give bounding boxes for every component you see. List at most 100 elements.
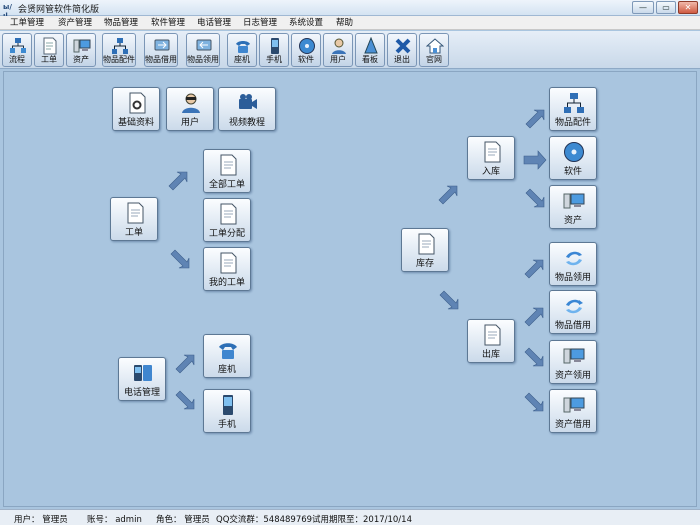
exit-icon [395, 38, 411, 54]
network-icon [564, 93, 584, 113]
tile-my-work-orders-label: 我的工单 [208, 278, 245, 288]
tile-mobile-phone[interactable]: 手机 [203, 389, 251, 433]
toolbar-item-receive-label: 物品领用 [187, 55, 219, 64]
toolbar-item-borrow-label: 物品借用 [145, 55, 177, 64]
tile-stock-in[interactable]: 入库 [467, 136, 515, 180]
document-icon [220, 252, 237, 274]
toolbar-mobile-phone-button[interactable]: 手机 [259, 33, 289, 67]
tile-mobile-phone-label: 手机 [217, 420, 236, 430]
toolbar-work-order-button[interactable]: 工单 [34, 33, 64, 67]
tile-asset-receive[interactable]: 资产领用 [549, 340, 597, 384]
tile-work-order-assign[interactable]: 工单分配 [203, 198, 251, 242]
toolbar-desk-phone-button[interactable]: 座机 [227, 33, 257, 67]
tile-item-parts-label: 物品配件 [554, 118, 591, 128]
tile-inventory[interactable]: 库存 [401, 228, 449, 272]
window-title: 会贤网管软件简化版 [18, 5, 100, 15]
user-icon [332, 38, 346, 54]
computer-icon [73, 39, 91, 53]
toolbar-item-parts-label: 物品配件 [103, 55, 135, 64]
toolbar-website-label: 官网 [426, 55, 442, 64]
status-bar: 用户： 管理员 账号： admin 角色： 管理员 QQ交流群：54848976… [0, 509, 700, 525]
toolbar-dashboard-button[interactable]: 看板 [355, 33, 385, 67]
arrow-down-right-icon [439, 290, 459, 310]
menu-phone[interactable]: 电话管理 [197, 17, 231, 29]
arrow-down-right-icon [175, 390, 195, 410]
toolbar-website-button[interactable]: 官网 [419, 33, 449, 67]
toolbar-item-receive-button[interactable]: 物品领用 [186, 33, 220, 67]
menu-log[interactable]: 日志管理 [243, 17, 277, 29]
status-account: 账号： admin [87, 515, 142, 525]
tile-stock-out-label: 出库 [481, 350, 500, 360]
arrow-down-right-icon [524, 392, 544, 412]
arrow-up-right-icon [168, 171, 188, 191]
tile-basic-data[interactable]: 基础资料 [112, 87, 160, 131]
flow-icon [10, 38, 26, 53]
computer-icon [563, 348, 585, 364]
arrow-up-right-icon [524, 259, 544, 279]
item-borrow-icon [154, 39, 170, 51]
dashboard-icon [364, 37, 378, 54]
tile-item-parts[interactable]: 物品配件 [549, 87, 597, 131]
tile-all-work-orders[interactable]: 全部工单 [203, 149, 251, 193]
network-icon [112, 38, 128, 54]
tile-stock-in-label: 入库 [481, 167, 500, 177]
maximize-button[interactable]: ▭ [656, 1, 676, 14]
toolbar-flow-button[interactable]: 流程 [2, 33, 32, 67]
computer-icon [563, 193, 585, 209]
toolbar-item-parts-button[interactable]: 物品配件 [102, 33, 136, 67]
item-borrow-icon [566, 299, 583, 314]
user-icon [182, 93, 200, 113]
tile-user[interactable]: 用户 [166, 87, 214, 131]
tile-asset-borrow-label: 资产借用 [554, 420, 591, 430]
toolbar-software-button[interactable]: 软件 [291, 33, 321, 67]
menu-work-order[interactable]: 工单管理 [10, 17, 44, 29]
minimize-button[interactable]: — [632, 1, 654, 14]
tile-asset-borrow[interactable]: 资产借用 [549, 389, 597, 433]
arrow-up-right-icon [175, 354, 195, 374]
status-trial-expiry: 试用期限至：2017/10/14 [312, 515, 412, 525]
menu-asset[interactable]: 资产管理 [58, 17, 92, 29]
menu-software[interactable]: 软件管理 [151, 17, 185, 29]
tile-work-order[interactable]: 工单 [110, 197, 158, 241]
arrow-down-right-icon [170, 249, 190, 269]
tile-all-work-orders-label: 全部工单 [208, 180, 245, 190]
tile-item-borrow-label: 物品借用 [554, 321, 591, 331]
tile-inventory-label: 库存 [415, 259, 434, 269]
tile-video-tutorial[interactable]: 视频教程 [218, 87, 276, 131]
document-icon [484, 324, 501, 346]
tile-item-borrow[interactable]: 物品借用 [549, 290, 597, 334]
document-icon [43, 37, 57, 55]
video-camera-icon [239, 94, 257, 109]
item-receive-icon [566, 251, 582, 266]
toolbar-asset-button[interactable]: 资产 [66, 33, 96, 67]
menu-settings[interactable]: 系统设置 [289, 17, 323, 29]
arrow-down-right-icon [525, 188, 545, 208]
toolbar-user-button[interactable]: 用户 [323, 33, 353, 67]
toolbar-exit-button[interactable]: 退出 [387, 33, 417, 67]
tile-asset-label: 资产 [563, 216, 582, 226]
tile-basic-data-label: 基础资料 [117, 118, 154, 128]
tile-work-order-assign-label: 工单分配 [208, 229, 245, 239]
document-icon [418, 233, 435, 255]
status-qq-group: QQ交流群：548489769 [216, 515, 313, 525]
document-icon [127, 202, 144, 224]
tile-asset[interactable]: 资产 [549, 185, 597, 229]
tile-my-work-orders[interactable]: 我的工单 [203, 247, 251, 291]
desk-phone-icon [236, 41, 250, 53]
tile-desk-phone-label: 座机 [217, 365, 236, 375]
tile-phone-management[interactable]: 电话管理 [118, 357, 166, 401]
menu-help[interactable]: 帮助 [336, 17, 353, 29]
tile-desk-phone[interactable]: 座机 [203, 334, 251, 378]
phone-management-icon [134, 365, 152, 381]
desk-phone-icon [219, 343, 237, 359]
close-button[interactable]: ✕ [678, 1, 698, 14]
document-icon [220, 154, 237, 176]
computer-icon [563, 397, 585, 413]
arrow-up-right-icon [524, 307, 544, 327]
menu-item-mgmt[interactable]: 物品管理 [104, 17, 138, 29]
tile-item-receive[interactable]: 物品领用 [549, 242, 597, 286]
toolbar-item-borrow-button[interactable]: 物品借用 [144, 33, 178, 67]
toolbar-asset-label: 资产 [73, 55, 89, 64]
tile-stock-out[interactable]: 出库 [467, 319, 515, 363]
tile-software[interactable]: 软件 [549, 136, 597, 180]
